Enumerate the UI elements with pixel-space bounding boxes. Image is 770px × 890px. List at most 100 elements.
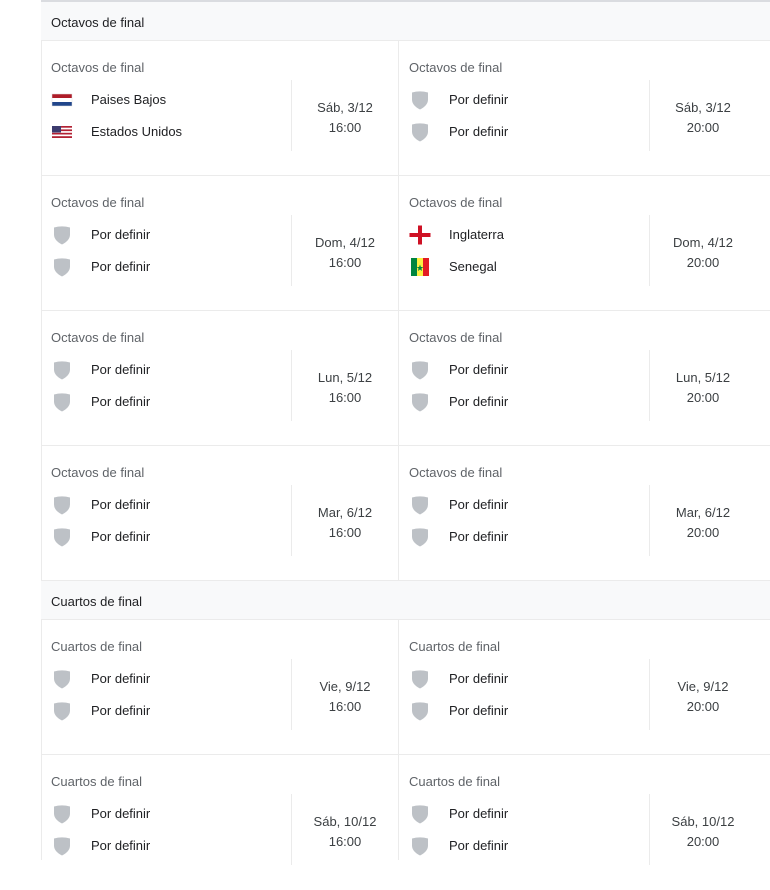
team-row[interactable]: Inglaterra bbox=[409, 225, 649, 245]
match-datetime: Mar, 6/12 20:00 bbox=[650, 503, 756, 543]
match-time: 20:00 bbox=[686, 255, 720, 270]
team-name: Por definir bbox=[449, 806, 509, 821]
team-name: Senegal bbox=[449, 259, 497, 274]
match-stage-label: Cuartos de final bbox=[51, 639, 143, 654]
team-row[interactable]: Por definir bbox=[51, 225, 291, 245]
match-time: 20:00 bbox=[686, 390, 720, 405]
usa-flag-icon bbox=[51, 122, 73, 142]
shield-icon bbox=[409, 701, 431, 721]
team-row[interactable]: Paises Bajos bbox=[51, 90, 291, 110]
match-date: Vie, 9/12 bbox=[319, 679, 371, 694]
section-header-octavos: Octavos de final bbox=[41, 2, 770, 41]
team-row[interactable]: Por definir bbox=[409, 804, 649, 824]
match-card[interactable]: Octavos de final Por definir Por definir Ma… bbox=[41, 446, 398, 581]
team-name: Por definir bbox=[91, 703, 151, 718]
team-row[interactable]: Por definir bbox=[409, 360, 649, 380]
match-stage-label: Cuartos de final bbox=[409, 774, 501, 789]
team-row[interactable]: Por definir bbox=[51, 360, 291, 380]
shield-icon bbox=[409, 392, 431, 412]
team-row[interactable]: Por definir bbox=[409, 836, 649, 856]
team-name: Por definir bbox=[449, 838, 509, 853]
england-flag-icon bbox=[409, 225, 431, 245]
shield-icon bbox=[51, 392, 73, 412]
match-stage-label: Cuartos de final bbox=[51, 774, 143, 789]
match-stage-label: Cuartos de final bbox=[409, 639, 501, 654]
team-row[interactable]: Por definir bbox=[51, 804, 291, 824]
section-header-cuartos: Cuartos de final bbox=[41, 581, 770, 620]
team-name: Por definir bbox=[91, 529, 151, 544]
team-name: Por definir bbox=[91, 497, 151, 512]
match-datetime: Sáb, 3/12 16:00 bbox=[292, 98, 398, 138]
match-card[interactable]: Cuartos de final Por definir Por definir Vi… bbox=[41, 620, 398, 755]
shield-icon bbox=[409, 669, 431, 689]
shield-icon bbox=[51, 257, 73, 277]
shield-icon bbox=[51, 495, 73, 515]
shield-icon bbox=[409, 495, 431, 515]
team-name: Por definir bbox=[449, 529, 509, 544]
match-card[interactable]: Cuartos de final Por definir Por definir Sá… bbox=[41, 755, 398, 890]
match-date: Sáb, 3/12 bbox=[317, 100, 373, 115]
team-row[interactable]: Por definir bbox=[409, 392, 649, 412]
section-title: Octavos de final bbox=[51, 15, 145, 30]
match-date: Mar, 6/12 bbox=[317, 505, 373, 520]
team-row[interactable]: Por definir bbox=[51, 257, 291, 277]
team-row[interactable]: Por definir bbox=[51, 836, 291, 856]
team-row[interactable]: Por definir bbox=[51, 495, 291, 515]
match-date: Sáb, 3/12 bbox=[675, 100, 731, 115]
match-datetime: Vie, 9/12 20:00 bbox=[650, 677, 756, 717]
team-name: Por definir bbox=[449, 671, 509, 686]
team-row[interactable]: Por definir bbox=[409, 122, 649, 142]
match-card[interactable]: Octavos de final Por definir Por definir Lu… bbox=[41, 311, 398, 446]
match-time: 16:00 bbox=[328, 390, 362, 405]
match-time: 20:00 bbox=[686, 525, 720, 540]
match-date: Dom, 4/12 bbox=[673, 235, 733, 250]
match-card[interactable]: Octavos de final Por definir Por definir Do… bbox=[41, 176, 398, 311]
match-time: 20:00 bbox=[686, 834, 720, 849]
team-row[interactable]: Estados Unidos bbox=[51, 122, 291, 142]
match-date: Mar, 6/12 bbox=[675, 505, 731, 520]
team-name: Por definir bbox=[91, 671, 151, 686]
match-card[interactable]: Cuartos de final Por definir Por definir Sá… bbox=[399, 755, 756, 890]
team-row[interactable]: Por definir bbox=[51, 392, 291, 412]
match-datetime: Sáb, 10/12 16:00 bbox=[292, 812, 398, 852]
match-time: 16:00 bbox=[328, 255, 362, 270]
team-row[interactable]: Por definir bbox=[51, 669, 291, 689]
match-date: Vie, 9/12 bbox=[677, 679, 729, 694]
match-stage-label: Octavos de final bbox=[409, 195, 503, 210]
match-card[interactable]: Octavos de final Por definir Por definir Ma… bbox=[399, 446, 756, 581]
team-row[interactable]: Por definir bbox=[51, 701, 291, 721]
shield-icon bbox=[409, 804, 431, 824]
team-row[interactable]: Por definir bbox=[51, 527, 291, 547]
match-time: 16:00 bbox=[328, 834, 362, 849]
team-row[interactable]: Por definir bbox=[409, 701, 649, 721]
team-row[interactable]: Por definir bbox=[409, 90, 649, 110]
match-card[interactable]: Octavos de final Inglaterra Senegal Dom, 4/… bbox=[399, 176, 756, 311]
match-datetime: Dom, 4/12 20:00 bbox=[650, 233, 756, 273]
team-name: Por definir bbox=[91, 806, 151, 821]
team-row[interactable]: Por definir bbox=[409, 495, 649, 515]
shield-icon bbox=[51, 527, 73, 547]
netherlands-flag-icon bbox=[51, 90, 73, 110]
match-datetime: Vie, 9/12 16:00 bbox=[292, 677, 398, 717]
match-date: Sáb, 10/12 bbox=[313, 814, 377, 829]
team-row[interactable]: Por definir bbox=[409, 669, 649, 689]
match-card[interactable]: Cuartos de final Por definir Por definir Vi… bbox=[399, 620, 756, 755]
team-row[interactable]: Por definir bbox=[409, 527, 649, 547]
match-stage-label: Octavos de final bbox=[51, 195, 145, 210]
match-datetime: Mar, 6/12 16:00 bbox=[292, 503, 398, 543]
shield-icon bbox=[51, 669, 73, 689]
match-date: Sáb, 10/12 bbox=[671, 814, 735, 829]
team-name: Por definir bbox=[449, 394, 509, 409]
match-card[interactable]: Octavos de final Paises Bajos Estados Unid… bbox=[41, 41, 398, 176]
team-row[interactable]: Senegal bbox=[409, 257, 649, 277]
match-card[interactable]: Octavos de final Por definir Por definir Sá… bbox=[399, 41, 756, 176]
match-stage-label: Octavos de final bbox=[409, 60, 503, 75]
match-stage-label: Octavos de final bbox=[51, 60, 145, 75]
match-date: Dom, 4/12 bbox=[315, 235, 375, 250]
match-date: Lun, 5/12 bbox=[317, 370, 373, 385]
team-name: Inglaterra bbox=[449, 227, 504, 242]
section-title: Cuartos de final bbox=[51, 594, 143, 609]
team-name: Por definir bbox=[449, 497, 509, 512]
match-card[interactable]: Octavos de final Por definir Por definir Lu… bbox=[399, 311, 756, 446]
match-datetime: Lun, 5/12 16:00 bbox=[292, 368, 398, 408]
